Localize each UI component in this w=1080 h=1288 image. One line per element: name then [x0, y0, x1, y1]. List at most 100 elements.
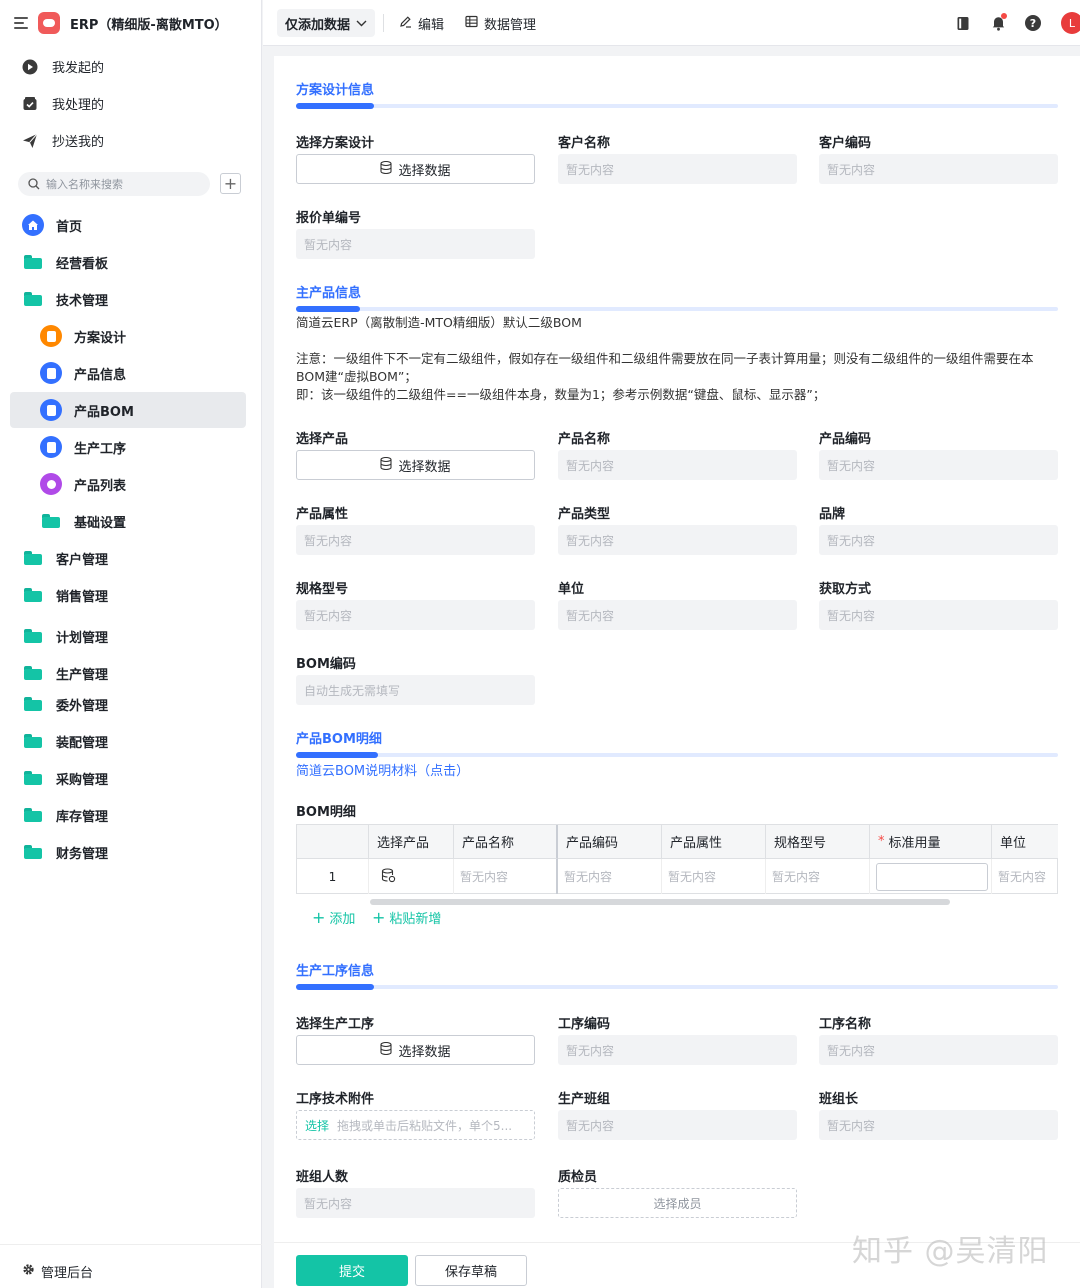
add-row-button[interactable]: + 添加 — [312, 908, 355, 927]
nav-item-product-info[interactable]: 产品信息 — [10, 355, 246, 391]
notification-dot — [1001, 13, 1007, 19]
watermark: 知乎 @吴清阳 — [852, 1234, 1049, 1269]
std-qty-input[interactable] — [876, 862, 988, 891]
field-label: 班组长 — [819, 1092, 859, 1107]
mode-select[interactable]: 仅添加数据 — [277, 9, 376, 37]
edit-button[interactable]: 编辑 — [399, 14, 444, 33]
table-icon — [465, 15, 478, 32]
select-data-label: 选择数据 — [398, 1044, 451, 1060]
data-manage-button[interactable]: 数据管理 — [465, 14, 536, 33]
admin-link[interactable]: 管理后台 — [22, 1262, 93, 1281]
field-label: 规格型号 — [296, 582, 349, 597]
add-nav-button[interactable]: + — [220, 173, 241, 194]
add-row-label: 添加 — [329, 912, 356, 927]
table-header: 产品属性 — [662, 825, 766, 859]
nav-label: 生产工序 — [74, 441, 127, 457]
mode-select-value: 仅添加数据 — [285, 17, 351, 33]
folder-icon — [22, 547, 44, 569]
folder-icon — [22, 804, 44, 826]
table-header-label: 标准用量 — [888, 836, 941, 851]
nav-item-process[interactable]: 生产工序 — [10, 429, 246, 465]
row-select-product[interactable] — [369, 859, 454, 894]
row-product-attr: 暂无内容 — [662, 859, 766, 894]
nav-label: 首页 — [56, 219, 83, 235]
app-logo-icon — [38, 12, 60, 34]
nav-item-planning[interactable]: 计划管理 — [10, 618, 246, 654]
nav-label: 计划管理 — [56, 630, 109, 646]
nav-item-plan-design[interactable]: 方案设计 — [10, 318, 246, 354]
submit-button[interactable]: 提交 — [296, 1255, 408, 1286]
form-icon — [40, 436, 62, 458]
upload-pick-link[interactable]: 选择 — [305, 1117, 329, 1134]
nav-item-customer[interactable]: 客户管理 — [10, 540, 246, 576]
quick-initiated[interactable]: 我发起的 — [22, 57, 104, 76]
select-product-button[interactable]: 选择数据 — [296, 450, 535, 480]
field-label: 客户编码 — [819, 136, 872, 151]
book-icon[interactable] — [953, 13, 973, 33]
section-underline — [296, 752, 1058, 758]
nav-item-dashboard[interactable]: 经营看板 — [10, 244, 246, 280]
table-header: 选择产品 — [369, 825, 454, 859]
team-field: 暂无内容 — [558, 1110, 797, 1140]
quick-cc[interactable]: 抄送我的 — [22, 131, 104, 150]
nav-label: 委外管理 — [56, 698, 109, 714]
field-label: 报价单编号 — [296, 211, 362, 226]
search-input[interactable] — [46, 177, 196, 191]
product-code-field: 暂无内容 — [819, 450, 1058, 480]
bell-icon[interactable] — [988, 13, 1008, 33]
search-icon — [28, 175, 40, 194]
nav-item-assembly[interactable]: 装配管理 — [10, 723, 246, 759]
bom-doc-link[interactable]: 简道云BOM说明材料（点击） — [296, 760, 469, 779]
nav-item-product-bom[interactable]: 产品BOM — [10, 392, 246, 428]
process-name-field: 暂无内容 — [819, 1035, 1058, 1065]
play-circle-icon — [22, 59, 38, 75]
section-title-process: 生产工序信息 — [296, 964, 375, 979]
plus-icon: + — [372, 908, 386, 927]
folder-icon — [22, 730, 44, 752]
field-label: 选择产品 — [296, 432, 349, 447]
edit-label: 编辑 — [418, 18, 445, 33]
select-process-button[interactable]: 选择数据 — [296, 1035, 535, 1065]
field-label: 获取方式 — [819, 582, 872, 597]
avatar[interactable]: L — [1061, 12, 1080, 34]
field-label: 工序技术附件 — [296, 1092, 375, 1107]
select-plan-button[interactable]: 选择数据 — [296, 154, 535, 184]
help-icon[interactable]: ? — [1023, 13, 1043, 33]
menu-toggle-icon[interactable] — [14, 17, 28, 29]
customer-code-field: 暂无内容 — [819, 154, 1058, 184]
process-code-field: 暂无内容 — [558, 1035, 797, 1065]
nav-item-tech[interactable]: 技术管理 — [10, 281, 246, 317]
select-member-button[interactable]: 选择成员 — [558, 1188, 797, 1218]
section-title-plan: 方案设计信息 — [296, 83, 375, 98]
nav-item-basic-settings[interactable]: 基础设置 — [10, 503, 246, 539]
nav-label: 经营看板 — [56, 256, 109, 272]
field-label: 单位 — [558, 582, 585, 597]
row-product-code: 暂无内容 — [558, 859, 662, 894]
nav-item-sales[interactable]: 销售管理 — [10, 577, 246, 613]
attachment-upload[interactable]: 选择 拖拽或单击后粘贴文件，单个5... — [296, 1110, 535, 1140]
folder-icon — [22, 625, 44, 647]
paste-add-button[interactable]: + 粘贴新增 — [372, 908, 441, 927]
nav-item-home[interactable]: 首页 — [10, 207, 246, 243]
nav-label: 产品BOM — [74, 404, 134, 420]
bom-code-field: 自动生成无需填写 — [296, 675, 535, 705]
inbox-check-icon — [22, 96, 38, 112]
nav-item-inventory[interactable]: 库存管理 — [10, 797, 246, 833]
nav-item-finance[interactable]: 财务管理 — [10, 834, 246, 870]
quick-handled[interactable]: 我处理的 — [22, 94, 104, 113]
folder-icon — [22, 662, 44, 684]
gear-icon — [22, 1263, 35, 1280]
quick-label: 我处理的 — [52, 98, 105, 113]
section-title-bom: 产品BOM明细 — [296, 732, 382, 747]
table-scrollbar[interactable] — [370, 899, 950, 905]
field-label: 选择生产工序 — [296, 1017, 375, 1032]
form-icon — [40, 362, 62, 384]
nav-item-outsourcing[interactable]: 委外管理 — [10, 686, 246, 722]
nav-item-product-list[interactable]: 产品列表 — [10, 466, 246, 502]
data-manage-label: 数据管理 — [484, 18, 537, 33]
table-header: 规格型号 — [766, 825, 870, 859]
nav-item-purchase[interactable]: 采购管理 — [10, 760, 246, 796]
headcount-field: 暂无内容 — [296, 1188, 535, 1218]
save-draft-button[interactable]: 保存草稿 — [415, 1255, 527, 1286]
row-product-name: 暂无内容 — [454, 859, 558, 894]
